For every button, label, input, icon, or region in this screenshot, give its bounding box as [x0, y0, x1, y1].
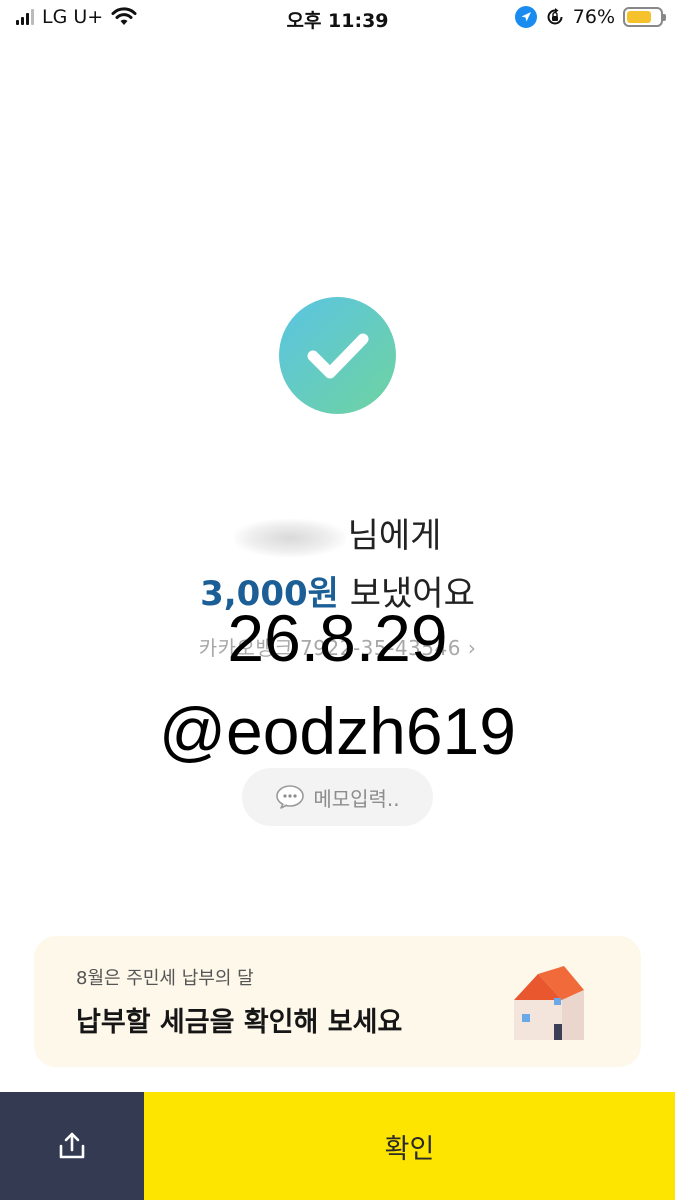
battery-percent: 76%: [572, 6, 615, 28]
tax-banner[interactable]: 8월은 주민세 납부의 달 납부할 세금을 확인해 보세요: [34, 936, 641, 1067]
battery-level-fill: [627, 11, 652, 23]
memo-placeholder: 메모입력..: [313, 786, 400, 811]
share-icon: [59, 1132, 85, 1159]
status-right: 76%: [514, 6, 666, 28]
share-button[interactable]: [0, 1092, 144, 1200]
battery-icon: [623, 7, 666, 27]
confirm-button[interactable]: 확인: [144, 1092, 675, 1200]
recipient-name-redacted: [233, 518, 346, 557]
banner-subtitle: 8월은 주민세 납부의 달: [76, 968, 254, 989]
house-icon: [514, 966, 584, 1040]
overlay-date-text: 26.8.29: [227, 601, 448, 675]
success-check-circle: [279, 297, 396, 414]
status-bar: LG U+ 오후 11:39 76%: [0, 0, 675, 38]
overlay-handle-text: @eodzh619: [159, 694, 516, 768]
speech-bubble-icon: [276, 785, 305, 809]
recipient-suffix: 님에게: [347, 516, 442, 556]
check-icon: [307, 333, 369, 379]
location-arrow-icon: [514, 6, 537, 28]
memo-input-button[interactable]: 메모입력..: [242, 768, 433, 826]
banner-title: 납부할 세금을 확인해 보세요: [76, 1007, 403, 1038]
recipient-line: 님에게: [0, 508, 675, 557]
rotation-lock-icon: [547, 8, 563, 25]
confirm-label: 확인: [384, 1133, 435, 1165]
